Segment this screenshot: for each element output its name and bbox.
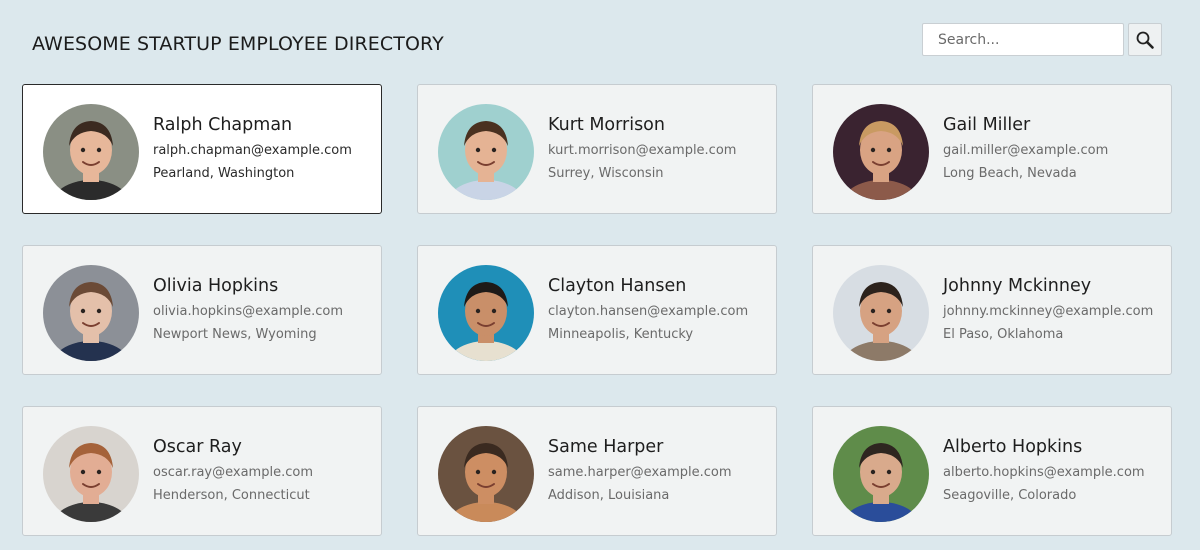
employee-location: Newport News, Wyoming (153, 327, 317, 342)
employee-email: oscar.ray@example.com (153, 465, 313, 480)
employee-name: Same Harper (548, 437, 664, 457)
search-button[interactable] (1128, 23, 1162, 56)
employee-location: Long Beach, Nevada (943, 166, 1077, 181)
employee-name: Ralph Chapman (153, 115, 293, 135)
employee-avatar (43, 104, 139, 200)
employee-location: Minneapolis, Kentucky (548, 327, 694, 342)
employee-email: gail.miller@example.com (943, 143, 1109, 158)
employee-email: ralph.chapman@example.com (153, 143, 352, 158)
employee-email: clayton.hansen@example.com (548, 304, 749, 319)
employee-email: johnny.mckinney@example.com (943, 304, 1154, 319)
employee-avatar (43, 265, 139, 361)
employee-info: Kurt Morrison kurt.morrison@example.com Su… (548, 113, 770, 185)
employee-location: Surrey, Wisconsin (548, 166, 664, 181)
employee-email: olivia.hopkins@example.com (153, 304, 344, 319)
employee-info: Gail Miller gail.miller@example.com Long B… (943, 113, 1165, 185)
employee-card[interactable]: Gail Miller gail.miller@example.com Long B… (812, 84, 1172, 214)
employee-info: Alberto Hopkins alberto.hopkins@example.c… (943, 435, 1165, 507)
employee-card[interactable]: Kurt Morrison kurt.morrison@example.com Su… (417, 84, 777, 214)
employee-card[interactable]: Johnny Mckinney johnny.mckinney@example.c… (812, 245, 1172, 375)
employee-info: Ralph Chapman ralph.chapman@example.com Pe… (153, 113, 375, 185)
employee-info: Oscar Ray oscar.ray@example.com Henderson,… (153, 435, 375, 507)
employee-location: Pearland, Washington (153, 166, 295, 181)
search-form (922, 23, 1162, 56)
search-input[interactable] (922, 23, 1124, 56)
employee-name: Alberto Hopkins (943, 437, 1083, 457)
employee-avatar (438, 104, 534, 200)
employee-card[interactable]: Clayton Hansen clayton.hansen@example.com… (417, 245, 777, 375)
employee-info: Olivia Hopkins olivia.hopkins@example.com… (153, 274, 375, 346)
employee-avatar (438, 265, 534, 361)
employee-name: Olivia Hopkins (153, 276, 279, 296)
employee-name: Clayton Hansen (548, 276, 687, 296)
employee-info: Johnny Mckinney johnny.mckinney@example.c… (943, 274, 1165, 346)
employee-location: El Paso, Oklahoma (943, 327, 1064, 342)
employee-card[interactable]: Olivia Hopkins olivia.hopkins@example.com… (22, 245, 382, 375)
employee-info: Clayton Hansen clayton.hansen@example.com… (548, 274, 770, 346)
employee-avatar (833, 104, 929, 200)
employee-location: Henderson, Connecticut (153, 488, 310, 503)
employee-name: Kurt Morrison (548, 115, 665, 135)
employee-name: Johnny Mckinney (943, 276, 1092, 296)
employee-email: same.harper@example.com (548, 465, 732, 480)
employee-info: Same Harper same.harper@example.com Addiso… (548, 435, 770, 507)
employee-avatar (438, 426, 534, 522)
employee-email: alberto.hopkins@example.com (943, 465, 1145, 480)
page-header: AWESOME STARTUP EMPLOYEE DIRECTORY (0, 0, 1200, 80)
employee-avatar (833, 426, 929, 522)
employee-email: kurt.morrison@example.com (548, 143, 737, 158)
employee-location: Seagoville, Colorado (943, 488, 1077, 503)
employee-card[interactable]: Ralph Chapman ralph.chapman@example.com Pe… (22, 84, 382, 214)
employee-location: Addison, Louisiana (548, 488, 670, 503)
employee-name: Oscar Ray (153, 437, 242, 457)
page-title: AWESOME STARTUP EMPLOYEE DIRECTORY (32, 33, 444, 55)
employee-name: Gail Miller (943, 115, 1031, 135)
employee-card[interactable]: Alberto Hopkins alberto.hopkins@example.c… (812, 406, 1172, 536)
employee-card[interactable]: Same Harper same.harper@example.com Addiso… (417, 406, 777, 536)
employee-avatar (43, 426, 139, 522)
employee-avatar (833, 265, 929, 361)
employee-card[interactable]: Oscar Ray oscar.ray@example.com Henderson,… (22, 406, 382, 536)
search-icon (1136, 31, 1154, 49)
